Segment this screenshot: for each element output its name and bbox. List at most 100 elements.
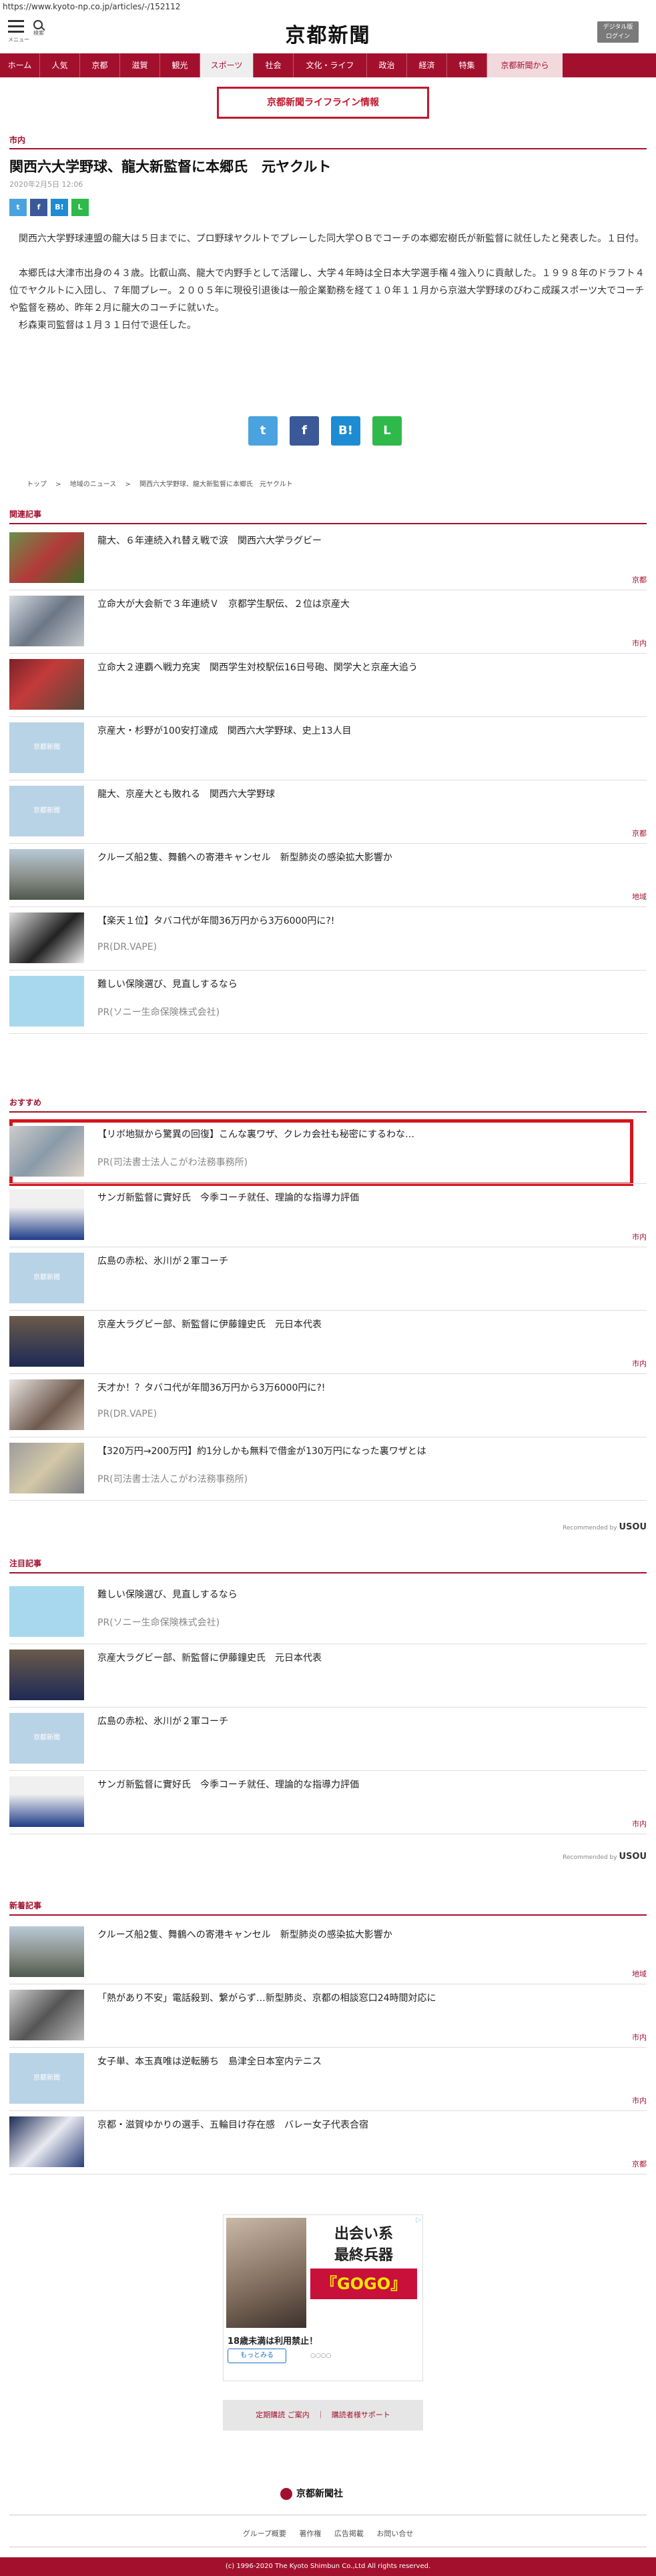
article-thumbnail[interactable]	[9, 1586, 84, 1637]
list-item[interactable]: 京都新聞 龍大、京産大とも敗れる 関西六大学野球京都	[9, 780, 647, 844]
footer-link-contact[interactable]: お問い合せ	[376, 2529, 413, 2538]
list-item[interactable]: 【320万円→200万円】約1分しかも無料で借金が130万円になった裏ワザとは P…	[9, 1437, 647, 1501]
article-thumbnail[interactable]	[9, 1443, 84, 1493]
list-item-title[interactable]: 天才か！？タバコ代が年間36万円から3万6000円に?!	[97, 1381, 325, 1394]
list-item-category[interactable]: 市内	[632, 2032, 647, 2042]
list-item-category[interactable]: 市内	[632, 1818, 647, 1829]
facebook-share-icon[interactable]: f	[290, 416, 319, 446]
lifeline-info-banner[interactable]: 京都新聞ライフライン情報	[217, 87, 429, 119]
list-item[interactable]: 京都新聞 広島の赤松、氷川が２軍コーチ	[9, 1708, 647, 1771]
list-item-title[interactable]: 龍大、京産大とも敗れる 関西六大学野球	[97, 787, 275, 800]
list-item[interactable]: 京都新聞 女子単、本玉真唯は逆転勝ち 島津全日本室内テニス 市内	[9, 2048, 647, 2111]
nav-item-home[interactable]: ホーム	[0, 53, 40, 77]
list-item[interactable]: 立命大２連覇へ戦力充実 関西学生対校駅伝16日号砲、関学大と京産大追う	[9, 654, 647, 717]
list-item-title[interactable]: サンガ新監督に實好氏 今季コーチ就任、理論的な指導力評価	[97, 1191, 359, 1204]
article-thumbnail[interactable]	[9, 1316, 84, 1367]
menu-button[interactable]: メニュー	[8, 20, 29, 43]
site-logo[interactable]: 京都新聞	[267, 19, 389, 48]
list-item[interactable]: クルーズ船2隻、舞鶴への寄港キャンセル 新型肺炎の感染拡大影響か 地域	[9, 844, 647, 907]
article-category[interactable]: 市内	[9, 134, 25, 145]
article-thumbnail[interactable]	[9, 1379, 84, 1430]
nav-item-feature[interactable]: 特集	[447, 53, 487, 77]
list-item-category[interactable]: 京都	[632, 574, 647, 585]
breadcrumb-top[interactable]: トップ	[27, 481, 47, 488]
list-item-category[interactable]: 市内	[632, 2095, 647, 2106]
nav-item-from-kyoto[interactable]: 京都新聞から	[487, 53, 563, 77]
article-thumbnail[interactable]	[9, 1126, 84, 1177]
list-item-category[interactable]: 市内	[632, 638, 647, 648]
list-item[interactable]: サンガ新監督に實好氏 今季コーチ就任、理論的な指導力評価市内	[9, 1184, 647, 1247]
advertisement[interactable]: ▷ 出会い系 最終兵器 『GOGO』 18歳未満は利用禁止！ もっとみる ○○○…	[223, 2214, 423, 2381]
list-item-title[interactable]: 広島の赤松、氷川が２軍コーチ	[97, 1254, 228, 1267]
list-item[interactable]: 【リボ地獄から驚異の回復】こんな裏ワザ、クレカ会社も秘密にするわな… PR(司法書…	[9, 1121, 647, 1184]
list-item-title[interactable]: クルーズ船2隻、舞鶴への寄港キャンセル 新型肺炎の感染拡大影響か	[97, 850, 392, 864]
list-item-category[interactable]: 地域	[632, 1968, 647, 1979]
article-thumbnail[interactable]: 京都新聞	[9, 2053, 84, 2104]
list-item[interactable]: 難しい保険選び、見直しするなら PR(ソニー生命保険株式会社)	[9, 971, 647, 1034]
list-item-title[interactable]: 立命大２連覇へ戦力充実 関西学生対校駅伝16日号砲、関学大と京産大追う	[97, 660, 418, 674]
nav-item-tourism[interactable]: 観光	[160, 53, 200, 77]
article-thumbnail[interactable]	[9, 1776, 84, 1827]
footer-link-group[interactable]: グループ概要	[243, 2529, 286, 2538]
article-thumbnail[interactable]	[9, 1189, 84, 1240]
list-item[interactable]: 龍大、６年連続入れ替え戦で涙 関西六大学ラグビー京都	[9, 527, 647, 590]
twitter-share-icon[interactable]: t	[248, 416, 278, 446]
article-thumbnail[interactable]: 京都新聞	[9, 786, 84, 836]
list-item[interactable]: 京都新聞 広島の赤松、氷川が２軍コーチ	[9, 1247, 647, 1311]
footer-link-copyright[interactable]: 著作権	[299, 2529, 321, 2538]
article-thumbnail[interactable]	[9, 1990, 84, 2040]
hatena-share-icon[interactable]: B!	[51, 199, 68, 216]
twitter-share-icon[interactable]: t	[9, 199, 27, 216]
list-item-title[interactable]: 広島の赤松、氷川が２軍コーチ	[97, 1714, 228, 1728]
list-item[interactable]: 京都・滋賀ゆかりの選手、五輪目け存在感 バレー女子代表合宿京都	[9, 2111, 647, 2174]
list-item-title[interactable]: 難しい保険選び、見直しするなら	[97, 1587, 238, 1601]
article-thumbnail[interactable]	[9, 1650, 84, 1700]
facebook-share-icon[interactable]: f	[30, 199, 47, 216]
login-button[interactable]: デジタル版 ログイン	[597, 21, 639, 43]
list-item[interactable]: 京都新聞 京産大・杉野が100安打達成 関西六大学野球、史上13人目	[9, 717, 647, 780]
ad-more-button[interactable]: もっとみる	[228, 2349, 286, 2363]
nav-item-culture[interactable]: 文化・ライフ	[294, 53, 367, 77]
article-thumbnail[interactable]	[9, 976, 84, 1027]
line-share-icon[interactable]: L	[71, 199, 89, 216]
footer-logo[interactable]: 京都新聞社	[280, 2487, 343, 2500]
nav-item-sports[interactable]: スポーツ	[200, 53, 254, 77]
article-thumbnail[interactable]	[9, 2116, 84, 2167]
list-item-title[interactable]: クルーズ船2隻、舞鶴への寄港キャンセル 新型肺炎の感染拡大影響か	[97, 1928, 392, 1941]
list-item-title[interactable]: 【320万円→200万円】約1分しかも無料で借金が130万円になった裏ワザとは	[97, 1444, 426, 1457]
list-item-title[interactable]: 京都・滋賀ゆかりの選手、五輪目け存在感 バレー女子代表合宿	[97, 2118, 368, 2131]
list-item-title[interactable]: 【楽天１位】タバコ代が年間36万円から3万6000円に?!	[97, 914, 334, 927]
list-item-title[interactable]: 京産大・杉野が100安打達成 関西六大学野球、史上13人目	[97, 724, 352, 737]
list-item-title[interactable]: サンガ新監督に實好氏 今季コーチ就任、理論的な指導力評価	[97, 1778, 359, 1791]
browser-url[interactable]: https://www.kyoto-np.co.jp/articles/-/15…	[0, 0, 180, 13]
breadcrumb-local[interactable]: 地域のニュース	[70, 481, 117, 488]
list-item[interactable]: 難しい保険選び、見直しするなら PR(ソニー生命保険株式会社)	[9, 1581, 647, 1644]
list-item-category[interactable]: 京都	[632, 2158, 647, 2169]
list-item-title[interactable]: 「熱があり不安」電話殺到、繋がらず…新型肺炎、京都の相談窓口24時間対応に	[97, 1991, 436, 2004]
list-item-category[interactable]: 市内	[632, 1358, 647, 1369]
article-thumbnail[interactable]: 京都新聞	[9, 722, 84, 773]
article-thumbnail[interactable]	[9, 532, 84, 583]
nav-item-kyoto[interactable]: 京都	[80, 53, 120, 77]
article-thumbnail[interactable]: 京都新聞	[9, 1713, 84, 1764]
article-thumbnail[interactable]	[9, 596, 84, 646]
list-item-category[interactable]: 京都	[632, 828, 647, 838]
footer-link-ads[interactable]: 広告掲載	[334, 2529, 364, 2538]
list-item-title[interactable]: 【リボ地獄から驚異の回復】こんな裏ワザ、クレカ会社も秘密にするわな…	[97, 1127, 414, 1141]
list-item[interactable]: 立命大が大会新で３年連続Ｖ 京都学生駅伝、２位は京産大市内	[9, 590, 647, 654]
nav-item-popular[interactable]: 人気	[40, 53, 80, 77]
list-item[interactable]: 【楽天１位】タバコ代が年間36万円から3万6000円に?! PR(DR.VAPE)	[9, 907, 647, 971]
line-share-icon[interactable]: L	[372, 416, 402, 446]
list-item-title[interactable]: 龍大、６年連続入れ替え戦で涙 関西六大学ラグビー	[97, 534, 322, 547]
list-item-title[interactable]: 立命大が大会新で３年連続Ｖ 京都学生駅伝、２位は京産大	[97, 597, 350, 610]
nav-item-politics[interactable]: 政治	[367, 53, 407, 77]
article-thumbnail[interactable]: 京都新聞	[9, 1253, 84, 1303]
article-thumbnail[interactable]	[9, 1926, 84, 1977]
list-item[interactable]: 京産大ラグビー部、新監督に伊藤鐘史氏 元日本代表 市内	[9, 1311, 647, 1374]
recommended-by[interactable]: Recommended by USOU	[563, 1852, 647, 1862]
list-item-title[interactable]: 難しい保険選び、見直しするなら	[97, 977, 238, 991]
list-item-category[interactable]: 市内	[632, 1231, 647, 1242]
list-item-title[interactable]: 京産大ラグビー部、新監督に伊藤鐘史氏 元日本代表	[97, 1651, 322, 1664]
article-thumbnail[interactable]	[9, 659, 84, 710]
list-item[interactable]: 天才か！？タバコ代が年間36万円から3万6000円に?! PR(DR.VAPE)	[9, 1374, 647, 1437]
